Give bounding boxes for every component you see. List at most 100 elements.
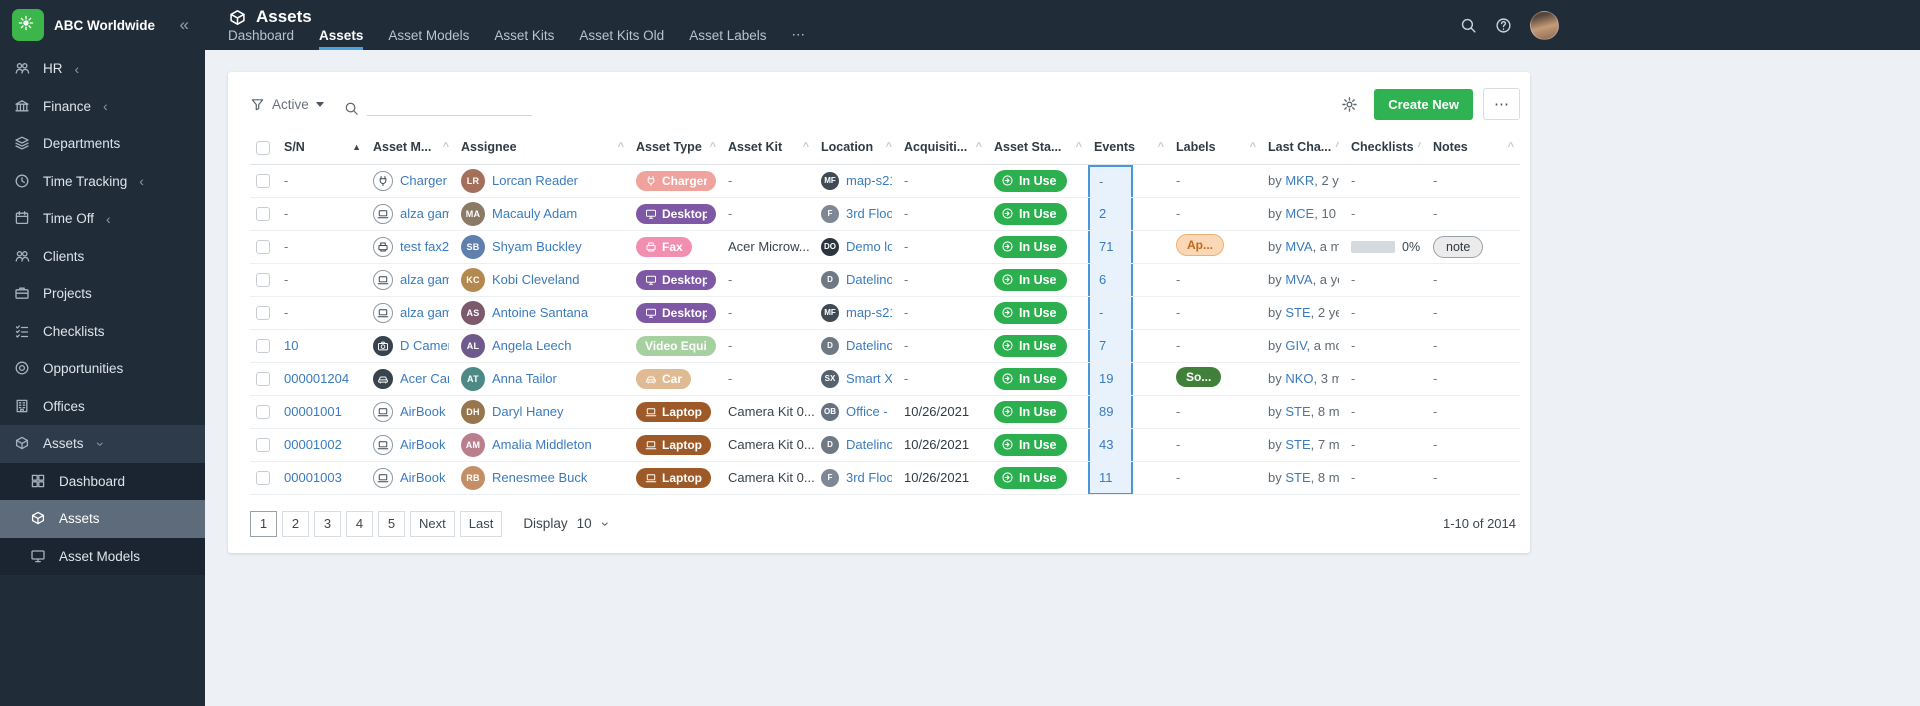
events-cell[interactable]: - [1088,164,1133,197]
column-header-assignee[interactable]: Assignee ^ [455,134,630,165]
events-link[interactable]: 19 [1099,371,1113,386]
last-changed-user-link[interactable]: NKO [1285,371,1313,386]
events-cell[interactable]: 19 [1088,362,1133,395]
assignee-link[interactable]: Macauly Adam [492,206,577,221]
assignee-link[interactable]: Lorcan Reader [492,173,578,188]
last-changed-user-link[interactable]: STE [1285,437,1310,452]
sidebar-item-checklists[interactable]: Checklists [0,313,205,351]
location-link[interactable]: Datelinova [846,338,892,353]
sn-link[interactable]: 00001002 [284,437,342,452]
column-header-acquisiti[interactable]: Acquisiti... ^ [898,134,988,165]
row-checkbox[interactable] [256,174,270,189]
sidebar-item-hr[interactable]: HR ‹ [0,50,205,88]
asset-model-link[interactable]: D Camera [400,338,449,353]
row-checkbox[interactable] [256,207,270,222]
assignee-link[interactable]: Angela Leech [492,338,572,353]
sn-link[interactable]: 000001204 [284,371,349,386]
events-link[interactable]: 6 [1099,272,1106,287]
last-changed-user-link[interactable]: STE [1285,470,1310,485]
events-cell[interactable]: 89 [1088,395,1133,428]
asset-model-link[interactable]: test fax2 [400,239,449,254]
last-page-button[interactable]: Last [459,510,503,537]
assignee-link[interactable]: Renesmee Buck [492,470,587,485]
row-checkbox[interactable] [256,372,270,387]
asset-model-link[interactable]: Acer Car - C [400,371,449,386]
select-all-checkbox[interactable] [256,140,270,155]
last-changed-user-link[interactable]: STE [1285,404,1310,419]
tab-dashboard[interactable]: Dashboard [228,28,294,50]
asset-model-link[interactable]: AirBook 14 [400,470,449,485]
asset-model-link[interactable]: AirBook 14 [400,437,449,452]
asset-model-link[interactable]: alza gaming [400,305,449,320]
sn-link[interactable]: 00001003 [284,470,342,485]
tab-asset-kits[interactable]: Asset Kits [494,28,554,50]
asset-model-link[interactable]: alza gaming [400,272,449,287]
location-link[interactable]: Smart X [846,371,892,386]
table-search-icon[interactable] [344,101,359,116]
user-avatar[interactable] [1530,11,1559,40]
row-checkbox[interactable] [256,438,270,453]
location-link[interactable]: Office - Bra [846,404,892,419]
last-changed-user-link[interactable]: MKR [1285,173,1314,188]
events-cell[interactable]: 6 [1088,263,1133,296]
assignee-link[interactable]: Amalia Middleton [492,437,592,452]
sidebar-item-offices[interactable]: Offices [0,388,205,426]
status-filter-dropdown[interactable]: Active [250,97,324,112]
events-link[interactable]: 11 [1099,470,1113,485]
row-checkbox[interactable] [256,240,270,255]
sn-link[interactable]: 00001001 [284,404,342,419]
tab-assets[interactable]: Assets [319,28,364,50]
page-button-5[interactable]: 5 [378,510,405,537]
column-header-location[interactable]: Location ^ [815,134,898,165]
page-button-1[interactable]: 1 [250,510,277,537]
column-header-notes[interactable]: Notes ^ [1427,134,1520,165]
asset-model-link[interactable]: AirBook 14 [400,404,449,419]
sidebar-item-departments[interactable]: Departments [0,125,205,163]
asset-model-link[interactable]: Charger 2.0 [400,173,449,188]
tab-asset-labels[interactable]: Asset Labels [689,28,766,50]
assignee-link[interactable]: Shyam Buckley [492,239,582,254]
sidebar-collapse-button[interactable]: « [176,15,193,35]
sidebar-item-time-off[interactable]: Time Off ‹ [0,200,205,238]
sidebar-item-clients[interactable]: Clients [0,238,205,276]
sidebar-item-finance[interactable]: Finance ‹ [0,88,205,126]
sidebar-subitem-asset-models[interactable]: Asset Models [0,538,205,576]
tab-asset-models[interactable]: Asset Models [388,28,469,50]
column-header-last-cha[interactable]: Last Cha... ^ [1262,134,1345,165]
next-page-button[interactable]: Next [410,510,455,537]
row-checkbox[interactable] [256,471,270,486]
events-cell[interactable]: 11 [1088,461,1133,494]
assignee-link[interactable]: Daryl Haney [492,404,564,419]
location-link[interactable]: map-s21\kc [846,305,892,320]
column-header-checklists[interactable]: Checklists ^ [1345,134,1427,165]
location-link[interactable]: Demo locat [846,239,892,254]
column-header-s-n[interactable]: S/N ▲ [278,134,367,165]
column-header-asset-sta[interactable]: Asset Sta... ^ [988,134,1088,165]
last-changed-user-link[interactable]: MCE [1285,206,1314,221]
page-button-4[interactable]: 4 [346,510,373,537]
last-changed-user-link[interactable]: MVA [1285,239,1312,254]
column-header-labels[interactable]: Labels ^ [1170,134,1262,165]
location-link[interactable]: map-s21\kc [846,173,892,188]
page-button-2[interactable]: 2 [282,510,309,537]
search-icon[interactable] [1460,17,1477,34]
table-search-input[interactable] [366,92,532,116]
assignee-link[interactable]: Anna Tailor [492,371,557,386]
events-cell[interactable]: 2 [1088,197,1133,230]
tab-asset-kits-old[interactable]: Asset Kits Old [579,28,664,50]
events-link[interactable]: 89 [1099,404,1113,419]
column-header-asset-type[interactable]: Asset Type ^ [630,134,722,165]
column-header-asset-kit[interactable]: Asset Kit ^ [722,134,815,165]
last-changed-user-link[interactable]: STE [1285,305,1310,320]
sidebar-subitem-dashboard[interactable]: Dashboard [0,463,205,501]
row-checkbox[interactable] [256,306,270,321]
display-count-select[interactable]: Display 10 ‹ [523,516,611,532]
events-link[interactable]: 71 [1099,239,1113,254]
page-button-3[interactable]: 3 [314,510,341,537]
location-link[interactable]: 3rd Floor [846,470,892,485]
sidebar-item-assets[interactable]: Assets ‹ [0,425,205,463]
last-changed-user-link[interactable]: MVA [1285,272,1312,287]
sn-link[interactable]: 10 [284,338,298,353]
more-actions-button[interactable]: ⋯ [1483,88,1520,120]
location-link[interactable]: Datelinova [846,272,892,287]
